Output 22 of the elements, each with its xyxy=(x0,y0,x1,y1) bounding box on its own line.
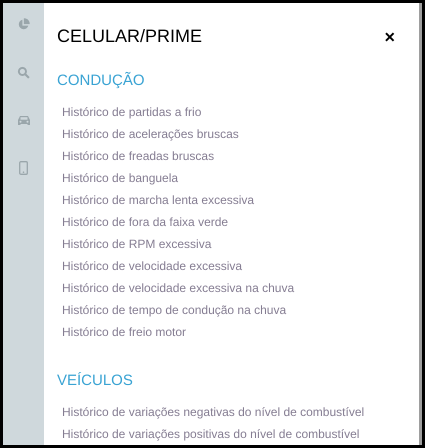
section-heading: CONDUÇÃO xyxy=(57,72,145,89)
report-link[interactable]: Histórico de banguela xyxy=(62,169,178,187)
close-button[interactable]: × xyxy=(384,28,395,46)
report-link[interactable]: Histórico de variações negativas do nível de combustível xyxy=(62,403,364,421)
report-link[interactable]: Histórico de freadas bruscas xyxy=(62,147,214,165)
report-link[interactable]: Histórico de marcha lenta excessiva xyxy=(62,191,254,209)
pie-chart-icon[interactable] xyxy=(17,18,30,30)
report-link[interactable]: Histórico de velocidade excessiva xyxy=(62,257,242,275)
scrollbar[interactable] xyxy=(419,3,422,445)
report-link[interactable]: Histórico de acelerações bruscas xyxy=(62,125,239,143)
report-link[interactable]: Histórico de fora da faixa verde xyxy=(62,213,228,231)
report-link[interactable]: Histórico de RPM excessiva xyxy=(62,235,212,253)
report-link[interactable]: Histórico de freio motor xyxy=(62,323,186,341)
section-heading: VEÍCULOS xyxy=(57,372,133,389)
car-icon[interactable] xyxy=(16,114,30,126)
report-link[interactable]: Histórico de partidas a frio xyxy=(62,103,202,121)
panel-title: CELULAR/PRIME xyxy=(57,25,202,48)
search-icon[interactable] xyxy=(17,66,30,78)
report-link[interactable]: Histórico de velocidade excessiva na chuva xyxy=(62,279,294,297)
report-link[interactable]: Histórico de tempo de condução na chuva xyxy=(62,301,286,319)
report-link[interactable]: Histórico de variações positivas do nível de combustível xyxy=(62,425,360,443)
phone-icon[interactable] xyxy=(19,161,28,175)
